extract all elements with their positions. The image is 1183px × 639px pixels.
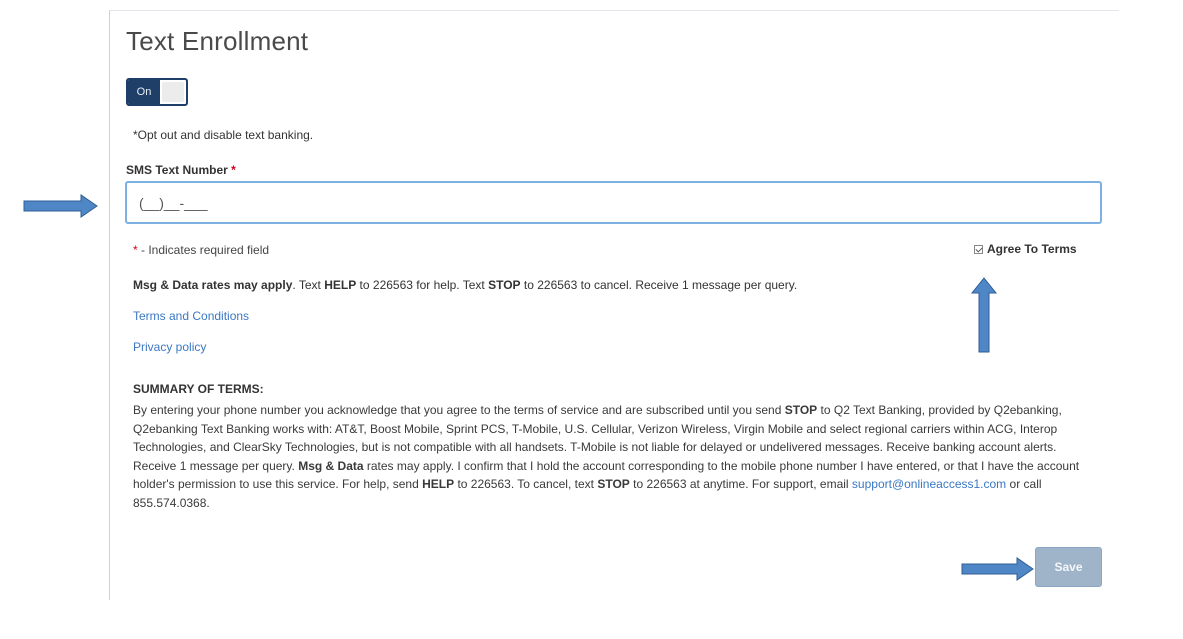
support-email-link[interactable]: support@onlineaccess1.com	[852, 477, 1006, 491]
page-title: Text Enrollment	[126, 26, 309, 56]
sms-number-input[interactable]	[125, 181, 1102, 224]
summary-s4: to 226563. To cancel, text	[454, 477, 598, 491]
arrow-right-icon	[961, 557, 1034, 581]
summary-b1: STOP	[784, 403, 818, 417]
terms-link[interactable]: Terms and Conditions	[133, 309, 249, 323]
rates-part2: to 226563 for help. Text	[356, 278, 489, 292]
arrow-right-icon	[23, 194, 98, 218]
sms-field-label-text: SMS Text Number	[126, 163, 228, 177]
agree-terms-label: Agree To Terms	[987, 242, 1077, 256]
summary-body: By entering your phone number you acknow…	[133, 401, 1098, 512]
save-button[interactable]: Save	[1035, 547, 1102, 587]
agree-terms[interactable]: Agree To Terms	[974, 242, 1077, 256]
text-banking-toggle[interactable]: On	[126, 78, 188, 106]
toggle-on-label: On	[128, 80, 160, 104]
summary-title: SUMMARY OF TERMS:	[133, 382, 264, 396]
rates-help: HELP	[324, 278, 357, 292]
summary-b4: STOP	[597, 477, 630, 491]
rates-stop: STOP	[488, 278, 521, 292]
required-field-note: * - Indicates required field	[133, 243, 269, 257]
toggle-knob[interactable]	[162, 82, 184, 102]
rates-part1: . Text	[292, 278, 325, 292]
rates-bold-lead: Msg & Data rates may apply	[133, 278, 293, 292]
summary-b2: Msg & Data	[298, 458, 364, 473]
rates-disclaimer: Msg & Data rates may apply. Text HELP to…	[133, 278, 797, 292]
required-note-text: - Indicates required field	[137, 243, 270, 257]
sms-field-label: SMS Text Number *	[126, 163, 236, 177]
privacy-link[interactable]: Privacy policy	[133, 340, 206, 354]
opt-out-text: *Opt out and disable text banking.	[133, 128, 314, 142]
required-star: *	[231, 163, 236, 177]
summary-b3: HELP	[422, 477, 455, 491]
arrow-up-icon	[970, 277, 998, 353]
rates-part3: to 226563 to cancel. Receive 1 message p…	[520, 278, 798, 292]
summary-s1: By entering your phone number you acknow…	[133, 403, 785, 417]
summary-s5: to 226563 at anytime. For support, email	[629, 477, 852, 491]
agree-terms-checkbox[interactable]	[974, 244, 983, 254]
